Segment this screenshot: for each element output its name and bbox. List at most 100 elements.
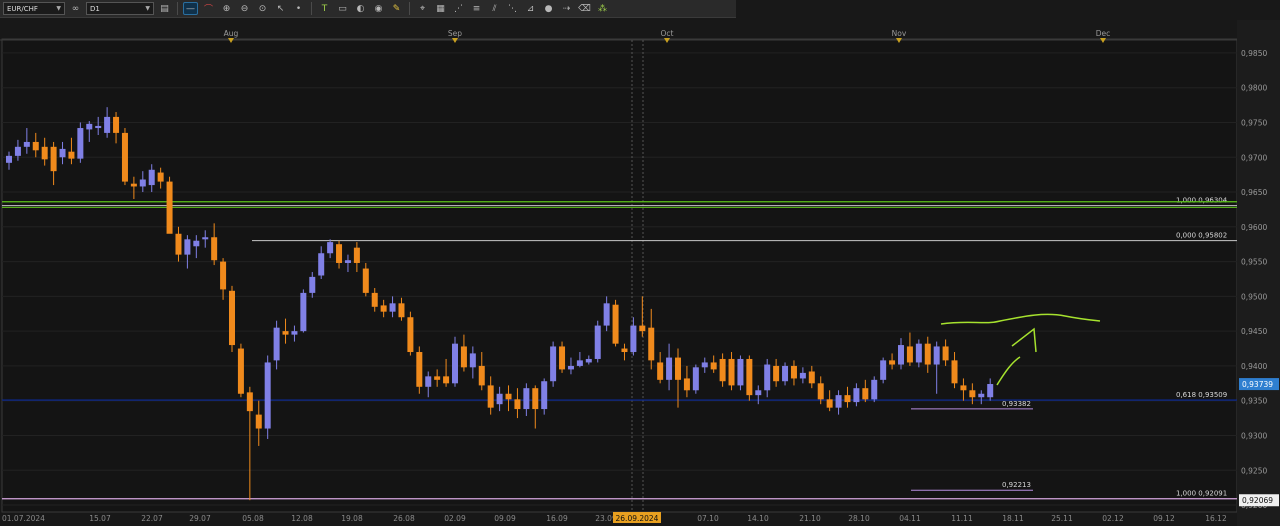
dot-icon[interactable]: • [291, 2, 306, 15]
candle [443, 376, 450, 384]
candle [880, 360, 887, 380]
zoom-reset-icon[interactable]: ⊙ [255, 2, 270, 15]
candle [496, 393, 503, 405]
x-tick-label: 29.07 [189, 514, 211, 523]
fill-icon[interactable]: ◉ [371, 2, 386, 15]
candle [336, 244, 343, 263]
x-tick-label: 04.11 [899, 514, 921, 523]
plot-area [1, 38, 1238, 513]
lilac-level-upper-label: 0,93382 [1002, 400, 1031, 408]
candle [728, 358, 735, 386]
month-label: Nov [892, 29, 907, 38]
candle [460, 346, 467, 368]
note-icon[interactable]: ▭ [335, 2, 350, 15]
candle [924, 343, 931, 365]
text-tool-icon[interactable]: T [317, 2, 332, 15]
x-tick-label: 14.10 [747, 514, 769, 523]
candle [675, 357, 681, 380]
candle [139, 179, 146, 187]
timeframe-select[interactable]: D1 ▼ [86, 2, 154, 15]
candle [844, 395, 851, 403]
symbol-value: EUR/CHF [7, 4, 38, 13]
candle [166, 181, 173, 234]
candle [585, 358, 592, 363]
candle [434, 376, 441, 380]
candle [6, 155, 12, 163]
candle [576, 360, 583, 366]
fan-icon[interactable]: ⋱ [505, 2, 520, 15]
link-icon[interactable]: ∞ [68, 2, 83, 15]
pin-icon[interactable]: ⌖ [415, 2, 430, 15]
month-label: Dec [1096, 29, 1111, 38]
price-chart[interactable]: 0,9850 0,9800 0,9750 0,9700 0,9650 0,9600 0,95… [0, 0, 1280, 526]
fibonacci-icon[interactable]: ≡ [469, 2, 484, 15]
line-tool-icon[interactable]: — [183, 2, 198, 15]
candle [853, 388, 860, 403]
candle [505, 393, 512, 400]
arrow-icon[interactable]: ⇢ [559, 2, 574, 15]
symbol-select[interactable]: EUR/CHF ▼ [3, 2, 65, 15]
cursor-icon[interactable]: ↖ [273, 2, 288, 15]
curve-tool-icon[interactable]: ⌒ [201, 2, 216, 15]
candle [407, 317, 414, 353]
candle [630, 325, 637, 353]
x-tick-label: 11.11 [951, 514, 973, 523]
candle [371, 292, 378, 307]
levels-icon[interactable]: ⁂ [595, 2, 610, 15]
y-tick-label: 0,9550 [1241, 258, 1267, 267]
candle [184, 239, 191, 255]
candle [246, 392, 253, 412]
candle [157, 172, 164, 182]
candle [237, 348, 244, 394]
candle [95, 125, 102, 129]
chart-type-icon[interactable]: ▤ [157, 2, 172, 15]
candle [719, 358, 726, 382]
candle [32, 141, 39, 151]
table-icon[interactable]: ▦ [433, 2, 448, 15]
rays-icon[interactable]: ⋰ [451, 2, 466, 15]
x-tick-label: 22.07 [141, 514, 163, 523]
chevron-down-icon: ▼ [145, 5, 150, 12]
x-tick-label: 02.09 [444, 514, 466, 523]
x-tick-label: 28.10 [848, 514, 870, 523]
candle [603, 303, 610, 326]
y-tick-label: 0,9300 [1241, 431, 1267, 440]
candle [425, 376, 432, 387]
candle [211, 237, 218, 261]
candle [532, 388, 539, 410]
sphere-icon[interactable]: ● [541, 2, 556, 15]
month-label: Sep [448, 29, 462, 38]
candle [264, 362, 271, 429]
fib-level-1-top-label: 1,000 0,96304 [1176, 197, 1228, 205]
candle [648, 327, 655, 361]
crosshair-date-label: 26.09.2024 [616, 514, 659, 523]
x-tick-label: 26.08 [393, 514, 415, 523]
pencil-icon[interactable]: ✎ [389, 2, 404, 15]
candle [862, 388, 869, 400]
shapes-icon[interactable]: ◐ [353, 2, 368, 15]
zoom-in-icon[interactable]: ⊕ [219, 2, 234, 15]
candle [362, 268, 369, 293]
fib-level-0-label: 0,000 0,95802 [1176, 232, 1227, 240]
candle [23, 141, 30, 147]
candle [692, 367, 699, 391]
channel-icon[interactable]: ⫽ [487, 2, 502, 15]
candle [808, 371, 815, 384]
x-tick-label: 16.09 [546, 514, 568, 523]
zoom-out-icon[interactable]: ⊖ [237, 2, 252, 15]
candle [255, 414, 262, 429]
candle [130, 183, 137, 187]
candle [969, 390, 976, 398]
y-tick-label: 0,9400 [1241, 362, 1267, 371]
candle [987, 384, 994, 398]
candle [300, 292, 307, 332]
x-tick-label: 09.12 [1153, 514, 1175, 523]
candle [50, 146, 57, 172]
eraser-icon[interactable]: ⌫ [577, 2, 592, 15]
lilac-level-lower-label: 0,92213 [1002, 481, 1031, 489]
y-tick-label: 0,9800 [1241, 84, 1267, 93]
gann-icon[interactable]: ⊿ [523, 2, 538, 15]
candle [737, 358, 744, 386]
x-tick-label: 15.07 [89, 514, 111, 523]
candle [898, 345, 904, 365]
